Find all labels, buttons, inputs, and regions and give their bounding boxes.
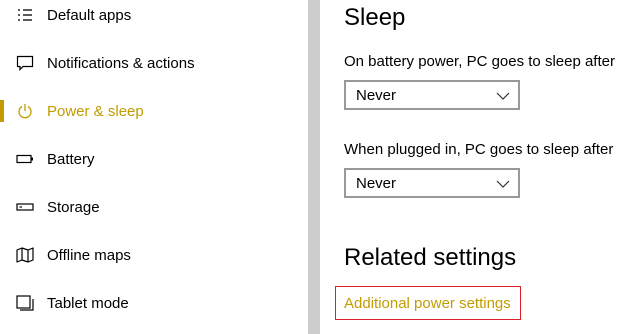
related-settings-heading: Related settings: [344, 244, 517, 271]
sidebar-item-label: Offline maps: [47, 246, 131, 264]
additional-power-settings-link[interactable]: Additional power settings: [335, 286, 521, 320]
battery-sleep-dropdown[interactable]: Never: [344, 80, 520, 110]
chevron-down-icon: [496, 89, 510, 101]
sidebar-item-default-apps[interactable]: Default apps: [0, 0, 308, 35]
sidebar-item-battery[interactable]: Battery: [0, 139, 308, 179]
storage-icon: [16, 198, 34, 216]
plugged-sleep-dropdown[interactable]: Never: [344, 168, 520, 198]
notifications-icon: [16, 54, 34, 72]
sidebar-item-label: Notifications & actions: [47, 54, 195, 72]
main-content: Sleep On battery power, PC goes to sleep…: [320, 0, 641, 334]
plugged-sleep-value: Never: [356, 175, 397, 192]
power-icon: [16, 102, 34, 120]
plugged-sleep-label: When plugged in, PC goes to sleep after: [344, 141, 614, 158]
sidebar: Default apps Notifications & actions Pow…: [0, 0, 308, 334]
sidebar-item-label: Tablet mode: [47, 294, 129, 312]
scrollbar[interactable]: [308, 0, 320, 334]
default-apps-icon: [16, 6, 34, 24]
sidebar-item-label: Power & sleep: [47, 102, 144, 120]
sidebar-item-label: Default apps: [47, 6, 132, 24]
chevron-down-icon: [496, 177, 510, 189]
battery-sleep-value: Never: [356, 87, 397, 104]
battery-icon: [16, 150, 34, 168]
sidebar-item-power-sleep[interactable]: Power & sleep: [0, 91, 308, 131]
settings-window: Default apps Notifications & actions Pow…: [0, 0, 641, 334]
sidebar-item-label: Storage: [47, 198, 100, 216]
sidebar-item-label: Battery: [47, 150, 95, 168]
battery-sleep-label: On battery power, PC goes to sleep after: [344, 53, 615, 70]
sidebar-item-tablet-mode[interactable]: Tablet mode: [0, 283, 308, 323]
sidebar-item-notifications[interactable]: Notifications & actions: [0, 43, 308, 83]
map-icon: [16, 246, 34, 264]
tablet-mode-icon: [16, 294, 34, 312]
sidebar-item-offline-maps[interactable]: Offline maps: [0, 235, 308, 275]
active-indicator: [0, 100, 4, 122]
sidebar-item-storage[interactable]: Storage: [0, 187, 308, 227]
additional-power-settings-label: Additional power settings: [344, 294, 511, 312]
sleep-heading: Sleep: [344, 4, 406, 31]
